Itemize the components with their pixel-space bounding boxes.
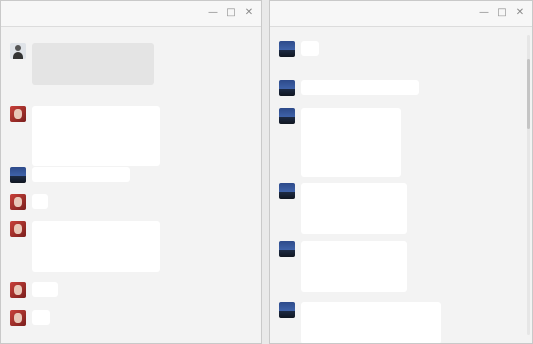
chat-message	[1, 272, 261, 298]
message-line	[306, 44, 314, 53]
message-line	[37, 260, 155, 269]
message-line	[306, 111, 396, 120]
red-avatar[interactable]	[10, 106, 26, 122]
message-line	[37, 109, 155, 118]
message-line	[37, 127, 155, 136]
message-line	[306, 120, 396, 129]
chat-message	[270, 231, 532, 292]
message-line	[37, 118, 155, 127]
message-bubble[interactable]	[301, 80, 419, 95]
chat-window-left: — □ ✕	[0, 0, 262, 344]
message-list[interactable]	[1, 28, 261, 343]
message-line	[306, 156, 396, 165]
message-line	[306, 195, 402, 204]
message-bubble[interactable]	[301, 183, 407, 234]
message-line	[37, 136, 155, 145]
message-bubble[interactable]	[301, 41, 319, 56]
message-line	[306, 332, 436, 341]
message-bubble[interactable]	[32, 167, 130, 182]
message-line	[37, 73, 149, 82]
message-line	[37, 242, 155, 251]
message-line	[306, 323, 436, 332]
message-line	[37, 197, 43, 206]
red-avatar[interactable]	[10, 194, 26, 210]
chat-message	[270, 98, 532, 177]
chat-message	[270, 70, 532, 96]
message-line	[306, 314, 436, 323]
chat-message	[270, 173, 532, 234]
minimize-icon[interactable]: —	[478, 7, 490, 19]
message-line	[306, 83, 414, 92]
message-line	[37, 55, 149, 64]
message-line	[306, 262, 402, 271]
red-avatar[interactable]	[10, 310, 26, 326]
red-avatar[interactable]	[10, 282, 26, 298]
message-line	[306, 129, 396, 138]
message-line	[37, 64, 149, 73]
message-line	[306, 253, 402, 262]
message-line	[37, 251, 155, 260]
message-line	[306, 271, 402, 280]
message-bubble[interactable]	[32, 282, 58, 297]
scrollbar[interactable]	[527, 35, 530, 335]
chat-message	[270, 292, 532, 343]
person-avatar[interactable]	[10, 43, 26, 59]
message-line	[306, 280, 402, 289]
mountain-avatar[interactable]	[279, 80, 295, 96]
message-line	[37, 224, 155, 233]
mountain-avatar[interactable]	[279, 183, 295, 199]
chat-window-right: — □ ✕	[269, 0, 533, 344]
message-list[interactable]	[270, 28, 532, 343]
message-bubble[interactable]	[32, 221, 160, 272]
message-bubble[interactable]	[32, 310, 50, 325]
message-line	[306, 244, 402, 253]
mountain-avatar[interactable]	[279, 241, 295, 257]
message-line	[37, 233, 155, 242]
title-bar: — □ ✕	[270, 1, 532, 27]
message-line	[37, 145, 155, 154]
message-bubble[interactable]	[301, 241, 407, 292]
message-line	[306, 147, 396, 156]
message-line	[306, 222, 402, 231]
message-line	[37, 285, 53, 294]
message-line	[306, 305, 436, 314]
mountain-avatar[interactable]	[10, 167, 26, 183]
message-line	[37, 170, 125, 179]
chat-message	[1, 300, 261, 326]
minimize-icon[interactable]: —	[207, 7, 219, 19]
maximize-icon[interactable]: □	[225, 7, 237, 19]
mountain-avatar[interactable]	[279, 108, 295, 124]
scrollbar-thumb[interactable]	[527, 59, 530, 129]
red-avatar[interactable]	[10, 221, 26, 237]
message-line	[306, 138, 396, 147]
maximize-icon[interactable]: □	[496, 7, 508, 19]
title-bar: — □ ✕	[1, 1, 261, 27]
chat-message	[1, 33, 261, 89]
close-icon[interactable]: ✕	[514, 7, 526, 19]
message-bubble[interactable]	[301, 302, 441, 343]
mountain-avatar[interactable]	[279, 41, 295, 57]
chat-message	[1, 96, 261, 166]
message-bubble[interactable]	[32, 194, 48, 209]
message-line	[306, 186, 402, 195]
message-line	[37, 313, 45, 322]
chat-message	[1, 157, 261, 183]
chat-message	[1, 211, 261, 272]
chat-message	[1, 184, 261, 210]
message-bubble[interactable]	[32, 43, 154, 85]
mountain-avatar[interactable]	[279, 302, 295, 318]
message-line	[306, 204, 402, 213]
close-icon[interactable]: ✕	[243, 7, 255, 19]
message-bubble[interactable]	[301, 108, 401, 177]
message-line	[306, 213, 402, 222]
chat-message	[270, 31, 532, 57]
message-line	[37, 46, 149, 55]
